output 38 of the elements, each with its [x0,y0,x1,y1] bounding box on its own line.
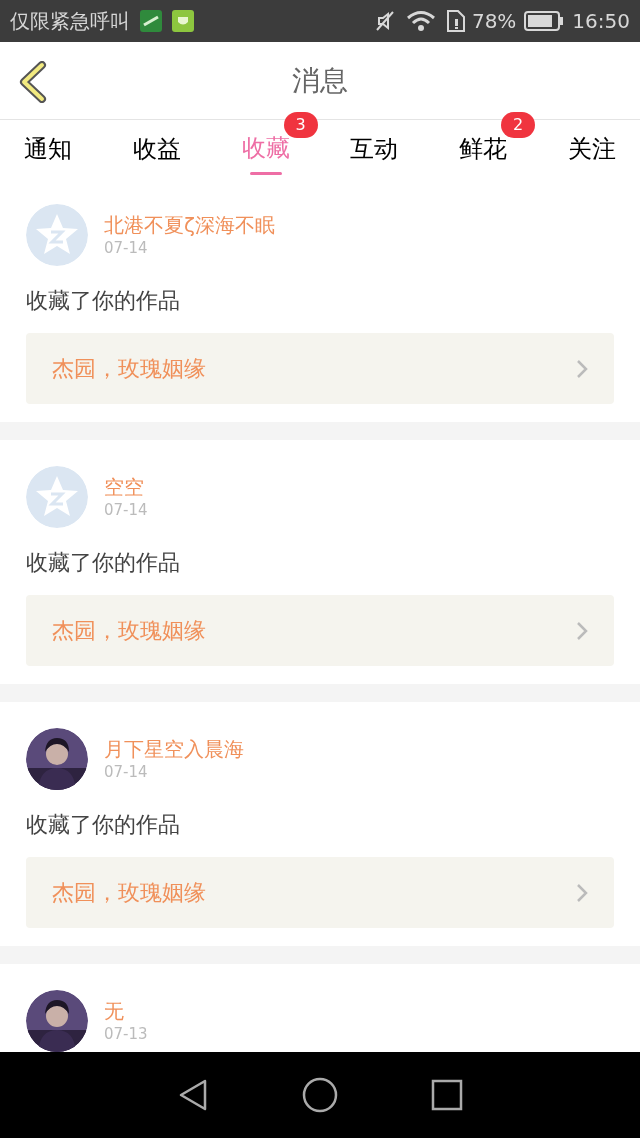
work-link[interactable]: 杰园，玫瑰姻缘 [26,595,614,666]
count-badge: 3 [283,112,318,138]
home-nav-button[interactable] [302,1077,338,1113]
default-avatar-icon [26,204,88,266]
tab[interactable]: 互动 [350,120,399,178]
message-date: 07-13 [104,1024,148,1044]
user-name[interactable]: 空空 [104,474,148,500]
recents-nav-button[interactable] [431,1079,464,1111]
message-text: 收藏了你的作品 [26,811,181,839]
mute-icon [373,10,396,32]
tab[interactable]: 通知 [24,120,72,178]
tab[interactable]: 收益 [132,120,181,178]
message-text: 收藏了你的作品 [26,549,181,577]
sim-icon [445,10,466,32]
status-text: 仅限紧急呼叫 [10,8,130,35]
message-date: 07-14 [104,238,149,258]
clock: 16:50 [572,8,630,35]
user-name[interactable]: 北港不夏ζ深海不眠 [104,212,275,238]
user-name[interactable]: 月下星空入晨海 [104,736,244,762]
tab[interactable]: 关注 [568,120,616,178]
app-icon [172,10,194,32]
tab-indicator [249,172,282,175]
message-date: 07-14 [104,762,149,782]
battery-icon [524,11,565,31]
default-avatar-icon [26,466,88,528]
message-text: 收藏了你的作品 [26,287,181,315]
user-name[interactable]: 无 [104,998,148,1024]
app-icon [140,10,162,32]
count-badge: 2 [501,112,536,138]
message-date: 07-14 [104,500,148,520]
chevron-right-icon [576,882,588,903]
work-link[interactable]: 杰园，玫瑰姻缘 [26,857,614,928]
page-title: 消息 [292,62,348,99]
chevron-right-icon [576,358,588,379]
work-link[interactable]: 杰园，玫瑰姻缘 [26,333,614,404]
chevron-right-icon [576,620,588,641]
wifi-icon [405,10,436,32]
battery-percentage: 78% [471,8,517,35]
